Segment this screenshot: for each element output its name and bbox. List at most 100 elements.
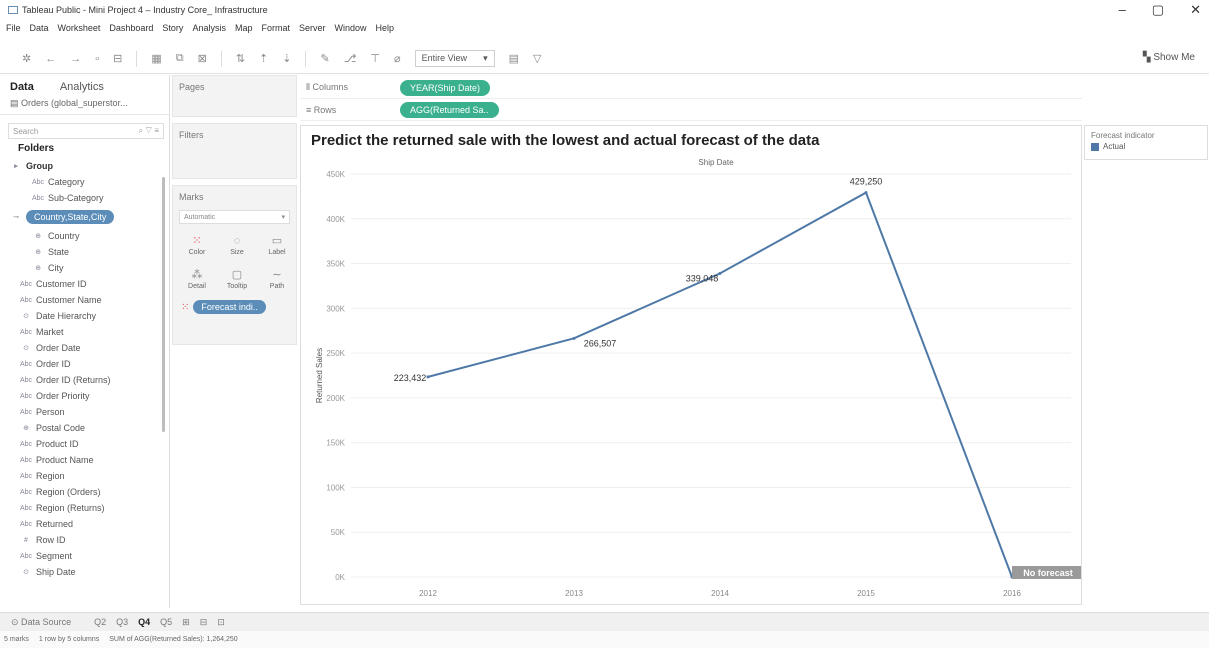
clear-sheet-icon[interactable]: ⊠ — [198, 52, 207, 65]
menu-file[interactable]: File — [6, 23, 21, 33]
show-me-button[interactable]: ▚ Show Me — [1143, 52, 1195, 63]
hierarchy-pill[interactable]: Country,State,City — [26, 210, 115, 224]
data-source-item[interactable]: ▤ Orders (global_superstor... — [0, 93, 169, 115]
field-item[interactable]: ⊕ City — [0, 260, 169, 276]
close-button[interactable]: ✕ — [1190, 2, 1201, 18]
field-item[interactable]: Abc Product ID — [0, 436, 169, 452]
chart-area[interactable]: Predict the returned sale with the lowes… — [300, 125, 1082, 605]
field-item[interactable]: Abc Region (Orders) — [0, 484, 169, 500]
sort-ascending-icon[interactable]: ⇡ — [259, 52, 268, 65]
data-source-tab[interactable]: ⊙ Data Source — [6, 617, 89, 628]
menu-map[interactable]: Map — [235, 23, 253, 33]
size-button[interactable]: ◌ Size — [219, 230, 255, 260]
show-cards-icon[interactable]: ▤ — [509, 52, 519, 65]
mark-type-select[interactable]: Automatic ▾ — [179, 210, 290, 224]
menu-story[interactable]: Story — [162, 23, 183, 33]
labels-icon[interactable]: ⊤ — [370, 52, 380, 65]
sheet-tab-q4[interactable]: Q4 — [133, 617, 155, 627]
highlight-icon[interactable]: ✎ — [320, 52, 329, 65]
back-icon[interactable]: ← — [45, 53, 56, 65]
label-button[interactable]: ▭ Label — [259, 230, 295, 260]
field-item[interactable]: Abc Order ID (Returns) — [0, 372, 169, 388]
sheet-tab-q3[interactable]: Q3 — [111, 617, 133, 627]
sheet-tab-q2[interactable]: Q2 — [89, 617, 111, 627]
field-item[interactable]: Abc Category — [0, 174, 169, 190]
new-dashboard-tab-icon[interactable]: ⊟ — [195, 617, 213, 628]
menu-data[interactable]: Data — [30, 23, 49, 33]
columns-pill[interactable]: YEAR(Ship Date) — [400, 79, 491, 96]
line-chart[interactable]: Ship Date 0K 50K 100K 150K 200K 250K 300K 350K 40… — [301, 126, 1081, 604]
color-legend[interactable]: Forecast indicator Actual — [1084, 125, 1208, 160]
field-item[interactable]: ⊕ Country — [0, 228, 169, 244]
field-item[interactable]: ⊙ Date Hierarchy — [0, 308, 169, 324]
pages-card[interactable]: Pages — [172, 75, 297, 117]
new-story-tab-icon[interactable]: ⊡ — [212, 617, 230, 628]
field-item[interactable]: Abc Region — [0, 468, 169, 484]
forward-icon[interactable]: → — [70, 53, 81, 65]
field-item[interactable]: Abc Market — [0, 324, 169, 340]
rows-pill[interactable]: AGG(Returned Sa.. — [400, 101, 499, 118]
field-item[interactable]: # Row ID — [0, 532, 169, 548]
group-icon[interactable]: ⎇ — [344, 52, 357, 65]
menu-server[interactable]: Server — [299, 23, 326, 33]
tooltip-button[interactable]: ▢ Tooltip — [219, 264, 255, 294]
new-worksheet-tab-icon[interactable]: ⊞ — [177, 617, 195, 628]
sheet-tab-q5[interactable]: Q5 — [155, 617, 177, 627]
field-item[interactable]: ⊕ State — [0, 244, 169, 260]
search-filter-icon[interactable]: ⌕ ▽ ≡ — [139, 126, 159, 136]
swap-icon[interactable]: ⇅ — [236, 52, 245, 65]
color-icon: ⁙ — [192, 235, 202, 247]
maximize-button[interactable]: ▢ — [1152, 2, 1164, 18]
field-item[interactable]: Abc Order ID — [0, 356, 169, 372]
presentation-icon[interactable]: ▽ — [533, 52, 541, 65]
color-button[interactable]: ⁙ Color — [179, 230, 215, 260]
marks-buttons: ⁙ Color ◌ Size ▭ Label ⁂ Detail ▢ Tooltip ∼ Pa… — [173, 224, 296, 294]
columns-shelf[interactable]: ⦀ Columns YEAR(Ship Date) — [300, 77, 1082, 99]
field-item[interactable]: Abc Customer Name — [0, 292, 169, 308]
rows-shelf[interactable]: ≡ Rows AGG(Returned Sa.. — [300, 99, 1082, 121]
color-field[interactable]: ⁙ Forecast indi.. — [181, 300, 288, 314]
field-item[interactable]: ⊕ Postal Code — [0, 420, 169, 436]
field-item[interactable]: Abc Segment — [0, 548, 169, 564]
menu-window[interactable]: Window — [335, 23, 367, 33]
fit-select[interactable]: Entire View ▾ — [414, 50, 495, 67]
window-titlebar: Tableau Public - Mini Project 4 – Indust… — [0, 0, 1209, 20]
field-item[interactable]: Abc Returned — [0, 516, 169, 532]
menu-help[interactable]: Help — [376, 23, 395, 33]
save-icon[interactable]: ▫ — [95, 53, 99, 65]
fix-axes-icon[interactable]: ⌀ — [394, 52, 401, 65]
forecast-indicator-pill[interactable]: Forecast indi.. — [193, 300, 266, 314]
path-button[interactable]: ∼ Path — [259, 264, 295, 294]
legend-item[interactable]: Actual — [1085, 142, 1207, 151]
hierarchy-field[interactable]: ⊸ Country,State,City — [0, 206, 169, 228]
folder-group[interactable]: ▸ Group — [0, 158, 169, 174]
minimize-button[interactable]: – — [1119, 2, 1126, 18]
menu-worksheet[interactable]: Worksheet — [58, 23, 101, 33]
field-item[interactable]: Abc Order Priority — [0, 388, 169, 404]
field-item[interactable]: ⊙ Order Date — [0, 340, 169, 356]
field-item[interactable]: Abc Sub-Category — [0, 190, 169, 206]
tab-data[interactable]: Data — [10, 81, 34, 93]
menu-analysis[interactable]: Analysis — [192, 23, 226, 33]
field-item[interactable]: Abc Customer ID — [0, 276, 169, 292]
field-item[interactable]: ⊙ Ship Date — [0, 564, 169, 580]
field-item[interactable]: Abc Person — [0, 404, 169, 420]
tableau-logo-icon[interactable]: ✲ — [22, 52, 31, 65]
new-datasource-icon[interactable]: ⊟ — [113, 52, 122, 65]
menu-dashboard[interactable]: Dashboard — [109, 23, 153, 33]
tab-analytics[interactable]: Analytics — [60, 81, 104, 93]
duplicate-sheet-icon[interactable]: ⧉ — [176, 52, 184, 65]
field-item[interactable]: Abc Region (Returns) — [0, 500, 169, 516]
size-label: Size — [230, 248, 244, 256]
field-list-scrollbar[interactable] — [162, 177, 165, 432]
search-input[interactable]: Search ⌕ ▽ ≡ — [8, 123, 164, 139]
data-label: 266,507 — [584, 338, 617, 348]
sort-descending-icon[interactable]: ⇣ — [282, 52, 291, 65]
new-worksheet-icon[interactable]: ▦ — [151, 52, 161, 65]
field-label: Category — [48, 177, 85, 187]
toolbar-divider — [136, 50, 138, 67]
detail-button[interactable]: ⁂ Detail — [179, 264, 215, 294]
field-item[interactable]: Abc Product Name — [0, 452, 169, 468]
filters-card[interactable]: Filters — [172, 123, 297, 179]
menu-format[interactable]: Format — [261, 23, 290, 33]
